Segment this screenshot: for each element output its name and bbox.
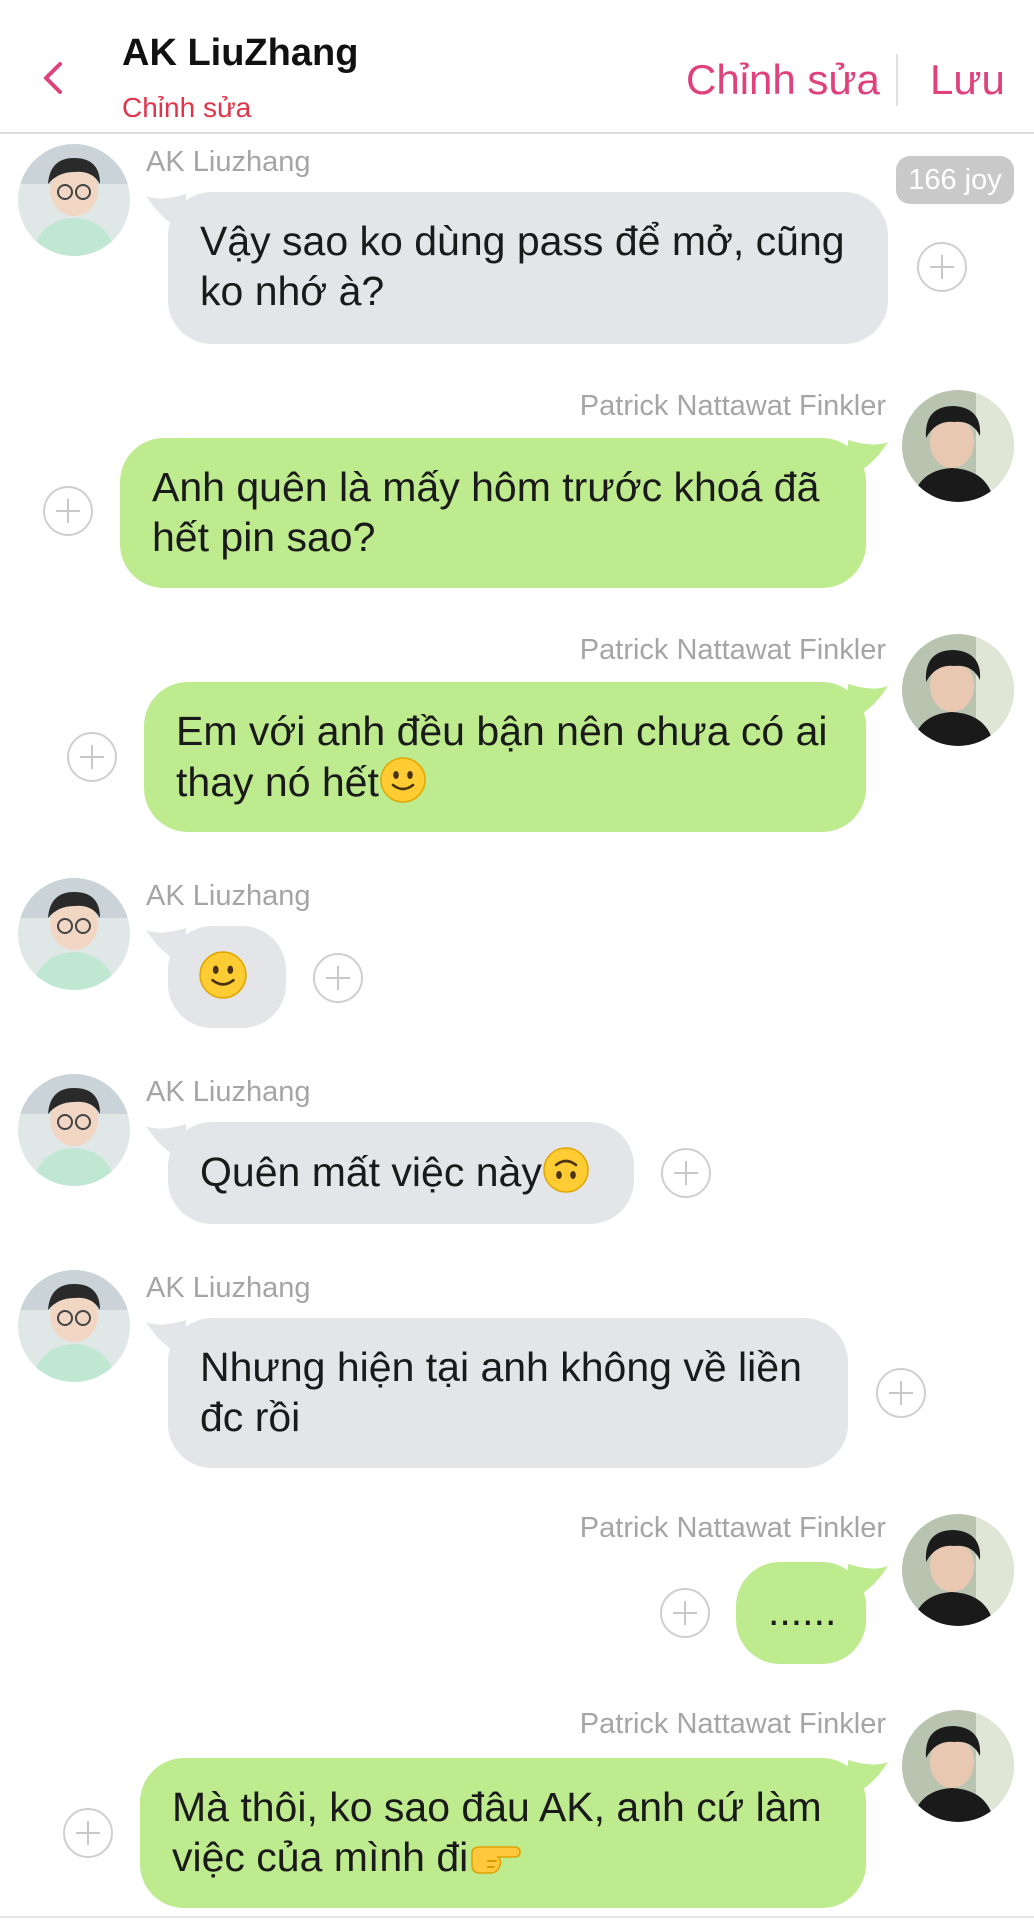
add-reaction-button[interactable] [43, 486, 93, 536]
backhand-index-pointing-right-icon [471, 1846, 522, 1874]
header-divider [896, 54, 898, 106]
message-bubble[interactable]: Mà thôi, ko sao đâu AK, anh cứ làm việc … [140, 1758, 866, 1908]
add-reaction-button[interactable] [313, 953, 363, 1003]
message-bubble[interactable] [168, 926, 286, 1028]
add-reaction-button[interactable] [917, 242, 967, 292]
sender-name: Patrick Nattawat Finkler [579, 1512, 886, 1544]
sender-name: Patrick Nattawat Finkler [579, 634, 886, 666]
avatar-patrick[interactable] [902, 1710, 1014, 1822]
message-bubble[interactable]: ...... [736, 1562, 866, 1664]
message-bubble[interactable]: Quên mất việc này [168, 1122, 634, 1224]
avatar-patrick[interactable] [902, 634, 1014, 746]
avatar-ak[interactable] [18, 1270, 130, 1382]
avatar-ak[interactable] [18, 878, 130, 990]
sender-name: AK Liuzhang [146, 1272, 311, 1304]
sender-name: Patrick Nattawat Finkler [579, 1708, 886, 1740]
avatar-patrick[interactable] [902, 390, 1014, 502]
message-bubble[interactable]: Anh quên là mấy hôm trước khoá đã hết pi… [120, 438, 866, 588]
slightly-smiling-face-icon [380, 757, 426, 803]
chat-header: AK LiuZhang Chỉnh sửa Chỉnh sửa Lưu [0, 0, 1034, 134]
save-button[interactable]: Lưu [930, 56, 1005, 104]
add-reaction-button[interactable] [63, 1808, 113, 1858]
add-reaction-button[interactable] [67, 732, 117, 782]
avatar-ak[interactable] [18, 144, 130, 256]
avatar-ak[interactable] [18, 1074, 130, 1186]
joy-badge: 166 joy [896, 156, 1014, 204]
avatar-patrick[interactable] [902, 1514, 1014, 1626]
sender-name: AK Liuzhang [146, 1076, 311, 1108]
upside-down-face-icon [543, 1147, 589, 1193]
contact-name: AK LiuZhang [122, 32, 359, 74]
message-bubble[interactable]: Em với anh đều bận nên chưa có ai thay n… [144, 682, 866, 832]
add-reaction-button[interactable] [660, 1588, 710, 1638]
edit-status-label: Chỉnh sửa [122, 92, 252, 123]
add-reaction-button[interactable] [661, 1148, 711, 1198]
sender-name: Patrick Nattawat Finkler [579, 390, 886, 422]
slightly-smiling-face-icon [199, 951, 247, 999]
back-chevron-icon[interactable] [34, 58, 74, 98]
message-bubble[interactable]: Nhưng hiện tại anh không về liền đc rồi [168, 1318, 848, 1468]
edit-button[interactable]: Chỉnh sửa [686, 56, 880, 104]
add-reaction-button[interactable] [876, 1368, 926, 1418]
bottom-divider [0, 1916, 1034, 1918]
sender-name: AK Liuzhang [146, 880, 311, 912]
message-bubble[interactable]: Vậy sao ko dùng pass để mở, cũng ko nhớ … [168, 192, 888, 344]
sender-name: AK Liuzhang [146, 146, 311, 178]
